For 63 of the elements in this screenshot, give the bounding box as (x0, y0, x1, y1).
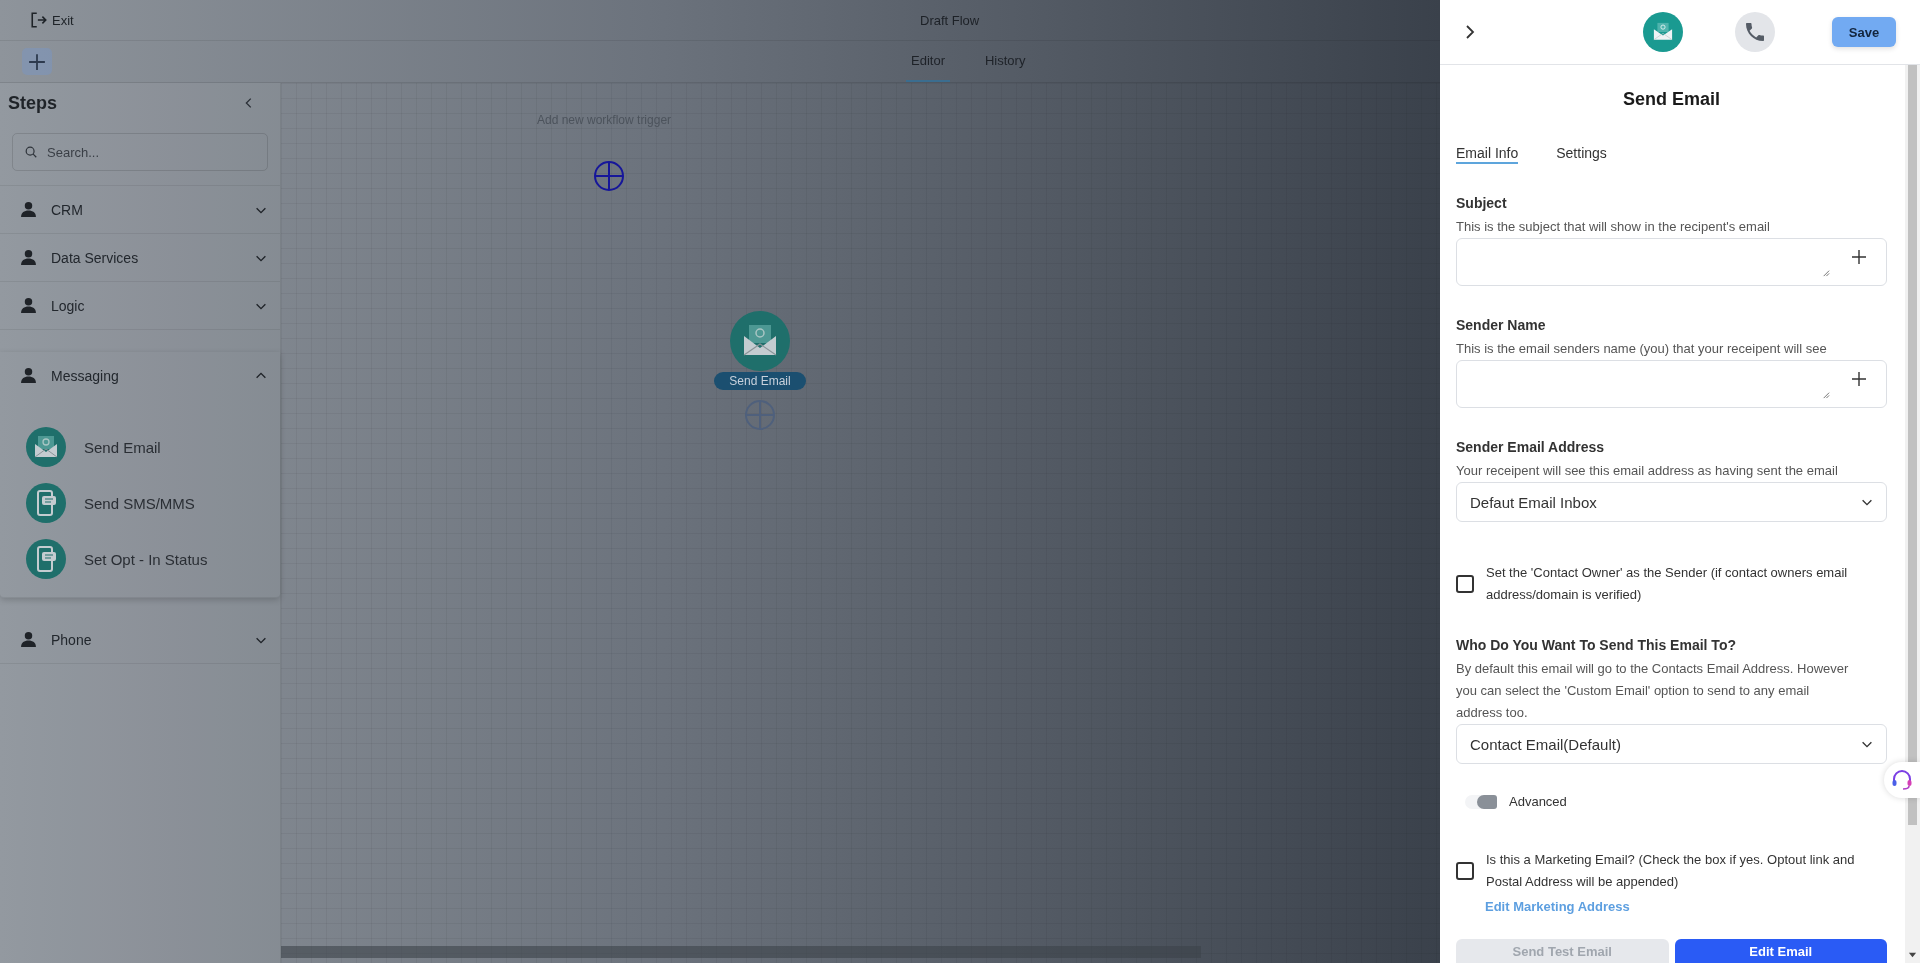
checkbox-label: Is this a Marketing Email? (Check the box if yes. Optout link and Postal Address will be appended) (1486, 851, 1856, 891)
resize-grip-icon[interactable] (1821, 390, 1830, 399)
add-variable-button[interactable] (1851, 371, 1869, 389)
exit-icon (30, 11, 48, 29)
category-header[interactable]: Logic (0, 282, 280, 329)
category-header[interactable]: CRM (0, 186, 280, 233)
edit-address-link[interactable]: Edit Marketing Address (1485, 899, 1630, 914)
sidebar-title: Steps (8, 92, 58, 114)
category-header[interactable]: Data Services (0, 234, 280, 281)
add-button[interactable] (22, 48, 52, 75)
field-label: Who Do You Want To Send This Email To? (1456, 636, 1737, 654)
flow-title: Draft Flow (920, 12, 981, 28)
exit-button[interactable]: Exit (30, 11, 74, 29)
field-help: This is the subject that will show in the recipent's email (1456, 218, 1771, 236)
person-icon (20, 201, 37, 218)
phone-message-icon (26, 539, 66, 579)
add-node-icon[interactable] (744, 399, 776, 431)
person-icon (20, 249, 37, 266)
edit-email-button[interactable]: Edit Email (1674, 939, 1887, 963)
toggle-switch[interactable] (1465, 794, 1497, 809)
search-icon (24, 145, 38, 159)
field-label: Sender Email Address (1456, 438, 1606, 456)
field-label: Subject (1456, 194, 1508, 212)
email-node-icon[interactable] (730, 311, 790, 371)
phone-icon (1743, 20, 1767, 44)
field-help: This is the email senders name (you) that your receipent will see (1456, 340, 1828, 358)
person-icon (20, 297, 37, 314)
category-header[interactable]: Phone (0, 616, 280, 663)
text-field[interactable] (1456, 238, 1887, 286)
step-item[interactable]: Set Opt - In Status (0, 531, 280, 587)
category-header[interactable]: Messaging (0, 352, 280, 399)
phone-node-tab[interactable] (1735, 12, 1775, 52)
add-node-icon[interactable] (593, 160, 625, 192)
vertical-scrollbar[interactable] (1905, 65, 1920, 963)
add-variable-button[interactable] (1851, 249, 1869, 267)
horizontal-scrollbar[interactable] (281, 946, 1201, 958)
step-item[interactable]: Send Email (0, 419, 280, 475)
checkbox[interactable] (1456, 575, 1474, 593)
panel-tab[interactable]: Settings (1556, 144, 1607, 164)
checkbox-label: Set the 'Contact Owner' as the Sender (if contact owners email address/domain is verified) (1486, 564, 1849, 604)
headset-icon (1890, 768, 1914, 792)
panel-tab[interactable]: Email Info (1456, 144, 1519, 164)
support-button[interactable] (1884, 762, 1920, 798)
step-item[interactable]: Send SMS/MMS (0, 475, 280, 531)
field-help: By default this email will go to the Contacts Email Address. However you can select the 'Custom Email' option to send to any email address too. (1456, 660, 1850, 722)
checkbox[interactable] (1456, 862, 1474, 880)
text-field[interactable] (1456, 360, 1887, 408)
field-label: Sender Name (1456, 316, 1547, 334)
plus-icon (28, 52, 46, 71)
select-field[interactable]: Contact Email(Default) (1456, 724, 1887, 764)
select-field[interactable]: Defaut Email Inbox (1456, 482, 1887, 522)
phone-message-icon (26, 483, 66, 523)
resize-grip-icon[interactable] (1821, 268, 1830, 277)
person-icon (20, 367, 37, 384)
email-node-tab[interactable] (1643, 12, 1683, 52)
node-label[interactable]: Send Email (714, 372, 806, 390)
save-button[interactable]: Save (1832, 17, 1896, 47)
person-icon (20, 631, 37, 648)
scroll-down-icon[interactable] (1908, 950, 1917, 959)
field-help: Your receipent will see this email address as having sent the email (1456, 462, 1839, 480)
panel-title: Send Email (1622, 89, 1721, 110)
toggle-label: Advanced (1509, 794, 1567, 809)
email-icon (26, 427, 66, 467)
